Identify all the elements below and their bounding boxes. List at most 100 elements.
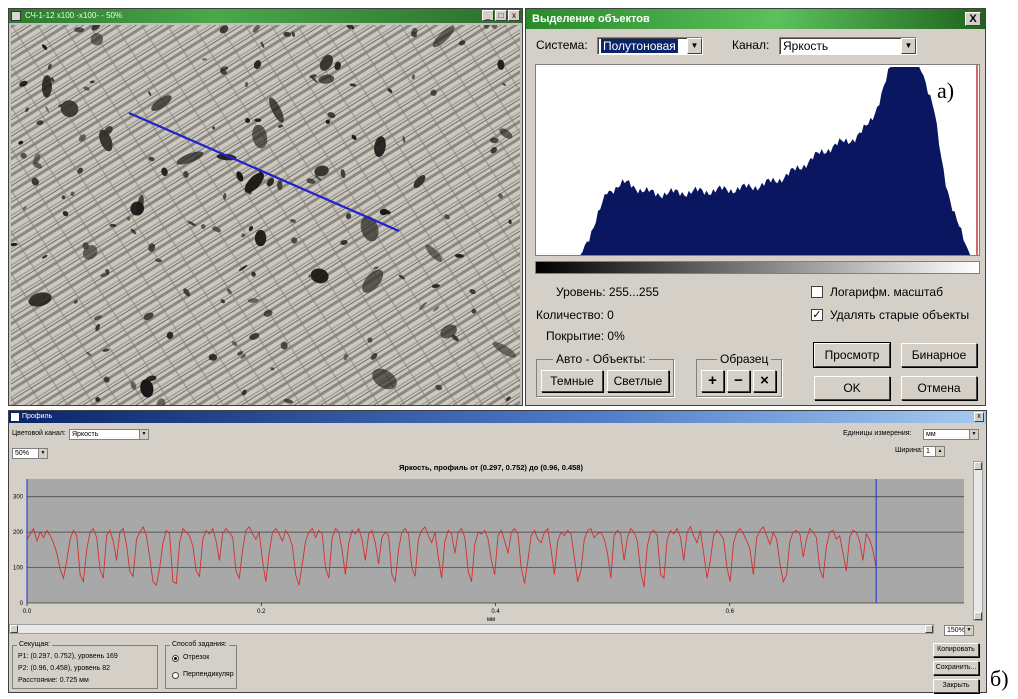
binary-button[interactable]: Бинарное [901,343,977,367]
chevron-down-icon[interactable]: ▼ [687,38,702,54]
y-tick-label: 300 [13,495,24,501]
units-value: мм [926,431,936,438]
clear-sample-button[interactable]: × [753,370,776,392]
coverage-text: Покрытие: 0% [546,329,625,343]
segment-radio[interactable] [172,655,179,662]
profile-chart[interactable]: Яркость, профиль от (0.297, 0.752) до (0… [9,459,986,623]
x-axis-ticks: 0.0 0.2 0.4 0.6 [23,603,735,615]
color-channel-select[interactable]: Яркость ▼ [69,429,149,440]
chevron-down-icon[interactable]: ▼ [964,626,973,635]
x-tick-label: 0.2 [257,609,266,615]
sample-group-label: Образец [717,352,772,366]
delete-old-label: Удалять старые объекты [830,308,970,322]
close-profile-button[interactable]: Закрыть [933,679,979,693]
channel-label: Канал: [732,38,770,52]
save-button[interactable]: Сохранить... [933,661,979,675]
delete-old-checkbox[interactable]: ✓ [811,309,823,321]
level-text: Уровень: 255...255 [556,285,659,299]
chevron-down-icon[interactable]: ▼ [38,449,47,458]
profile-titlebar[interactable]: Профиль x [9,411,986,423]
mode-group-label: Способ задания: [170,641,229,648]
distance-text: Расстояние: 0.725 мм [18,677,89,684]
perpendicular-radio[interactable] [172,672,179,679]
image-window-titlebar[interactable]: СЧ-1-12 x100 -x100- - 50% _ □ x [9,9,522,23]
dialog-titlebar[interactable]: Выделение объектов X [526,9,985,29]
image-window-title: СЧ-1-12 x100 -x100- - 50% [25,11,123,20]
dark-objects-button[interactable]: Темные [541,370,603,392]
width-value: 1 [926,448,930,455]
dialog-title: Выделение объектов [532,13,650,25]
bottom-zoom-value: 150% [947,627,965,634]
scroll-down-button[interactable] [974,612,982,620]
width-label: Ширина: [895,447,923,454]
bottom-zoom-select[interactable]: 150% ▼ [944,625,974,636]
units-label: Единицы измерения: [843,430,912,437]
section-group-label: Секущая: [17,641,52,648]
spin-arrows-icon[interactable]: ▲ [935,447,944,456]
window-system-icon[interactable] [11,11,21,21]
y-tick-label: 100 [13,566,24,572]
preview-button[interactable]: Просмотр [813,342,891,368]
channel-select-value: Яркость [783,39,829,53]
channel-select[interactable]: Яркость ▼ [779,37,917,55]
auto-objects-group-label: Авто - Объекты: [553,352,649,366]
mode-group: Способ задания: Отрезок Перпендикуляр [165,641,237,689]
chart-title: Яркость, профиль от (0.297, 0.752) до (0… [399,463,583,472]
check-mark-icon: ✓ [812,309,822,321]
x-tick-label: 0.0 [23,609,32,615]
y-axis-ticks: 0 100 200 300 [13,495,24,607]
minimize-button[interactable]: _ [482,10,494,21]
chevron-down-icon[interactable]: ▼ [139,430,148,439]
scroll-up-button[interactable] [974,462,982,470]
width-spinner[interactable]: 1 ▲ [923,446,945,457]
p2-text: P2: (0.96, 0.458), уровень 82 [18,665,111,672]
chevron-down-icon[interactable]: ▼ [969,430,978,439]
scroll-left-button[interactable] [10,625,18,633]
gray-level-gradient-bar [535,261,980,274]
units-select[interactable]: мм ▼ [923,429,979,440]
image-window: СЧ-1-12 x100 -x100- - 50% _ □ x [8,8,523,406]
light-objects-button[interactable]: Светлые [607,370,669,392]
profile-window-title: Профиль [22,413,53,420]
segment-radio-label: Отрезок [183,654,210,661]
y-tick-label: 200 [13,530,24,536]
brightness-histogram[interactable] [535,64,980,256]
graphite-inclusion [277,180,283,191]
profile-window: Профиль x Цветовой канал: Яркость ▼ 50% … [8,410,987,693]
panel-label-b: б) [990,666,1009,691]
plot-area [27,479,964,603]
section-group: Секущая: P1: (0.297, 0.752), уровень 169… [12,641,158,689]
x-tick-label: 0.6 [726,609,735,615]
panel-label-a: а) [937,78,955,103]
profile-close-icon[interactable]: x [974,412,984,422]
micrograph-image[interactable] [11,25,520,405]
ok-button[interactable]: OK [814,376,890,400]
maximize-button[interactable]: □ [495,10,507,21]
log-scale-checkbox[interactable] [811,286,823,298]
zoom-select[interactable]: 50% ▼ [12,448,48,459]
chevron-down-icon[interactable]: ▼ [901,38,916,54]
system-select[interactable]: Полутоновая ▼ [597,37,703,55]
cancel-button[interactable]: Отмена [901,376,977,400]
zoom-value: 50% [15,450,30,457]
object-selection-dialog: Выделение объектов X Система: Полутонова… [525,8,986,406]
window-system-icon[interactable] [11,413,19,421]
histogram-area [536,66,979,255]
dialog-close-button[interactable]: X [965,12,981,26]
count-text: Количество: 0 [536,308,614,322]
vertical-scrollbar[interactable] [973,461,983,621]
x-axis-label: мм [487,617,495,623]
system-select-value: Полутоновая [601,39,678,53]
perpendicular-radio-label: Перпендикуляр [183,671,234,678]
close-image-button[interactable]: x [508,10,520,21]
color-channel-label: Цветовой канал: [12,430,66,437]
log-scale-label: Логарифм. масштаб [830,285,943,299]
system-label: Система: [536,38,588,52]
copy-button[interactable]: Копировать [933,643,979,657]
horizontal-scrollbar[interactable] [9,624,934,634]
scroll-right-button[interactable] [925,625,933,633]
remove-sample-button[interactable]: − [727,370,750,392]
y-tick-label: 0 [20,601,24,607]
add-sample-button[interactable]: + [701,370,724,392]
color-channel-value: Яркость [72,431,99,438]
